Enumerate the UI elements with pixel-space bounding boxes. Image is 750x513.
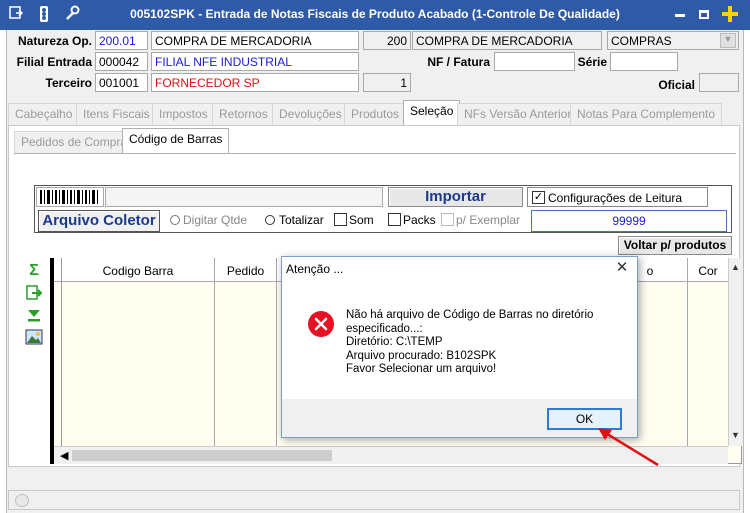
minimize-icon[interactable] — [670, 5, 690, 25]
digitar-qtde-label: Digitar Qtde — [183, 213, 248, 227]
importar-button[interactable]: Importar — [388, 187, 523, 207]
tab-itens-fiscais[interactable]: Itens Fiscais — [76, 103, 157, 125]
status-bar — [8, 490, 740, 510]
tab-cabecalho[interactable]: Cabeçalho — [8, 103, 80, 125]
serie-field[interactable] — [610, 52, 678, 71]
filial-label: Filial Entrada — [16, 55, 92, 69]
scroll-up-icon[interactable]: ▲ — [731, 262, 740, 272]
scroll-left-icon[interactable]: ◀ — [60, 449, 68, 462]
tab-selecao[interactable]: Seleção — [403, 100, 461, 125]
quantity-field[interactable]: 99999 — [531, 210, 727, 232]
packs-label: Packs — [403, 213, 436, 227]
tab-nfs-versao-anterior[interactable]: NFs Versão Anterior — [457, 103, 579, 125]
digitar-qtde-radio[interactable] — [170, 215, 180, 225]
oficial-field — [699, 73, 739, 92]
sum-icon[interactable]: Σ — [25, 262, 43, 280]
exemplar-checkbox[interactable] — [441, 213, 454, 226]
dialog-message-line2: especificado...: — [346, 322, 423, 335]
voltar-produtos-button[interactable]: Voltar p/ produtos — [618, 236, 732, 255]
dialog-message: Não há arquivo de Código de Barras no di… — [346, 309, 593, 377]
scroll-down-icon[interactable]: ▼ — [731, 430, 740, 440]
subtab-codigo-barras[interactable]: Código de Barras — [122, 128, 230, 153]
totalizar-label: Totalizar — [279, 213, 324, 227]
packs-checkbox[interactable] — [388, 213, 401, 226]
oficial-label: Oficial — [658, 78, 695, 92]
checkmark-icon: ✓ — [532, 191, 545, 204]
add-icon[interactable] — [720, 5, 740, 25]
col-partial[interactable]: o — [640, 264, 660, 278]
status-indicator-icon — [15, 494, 29, 507]
tipo-select-value: COMPRAS — [611, 34, 672, 48]
grid-col-line-2 — [276, 258, 277, 446]
annotation-arrow-icon — [598, 428, 659, 467]
dialog-message-line3: Diretório: C:\TEMP — [346, 336, 443, 348]
tab-impostos[interactable]: Impostos — [152, 103, 215, 125]
arquivo-coletor-button[interactable]: Arquivo Coletor — [38, 210, 160, 232]
col-codigo-barra[interactable]: Codigo Barra — [62, 264, 214, 278]
col-cor[interactable]: Cor — [688, 264, 728, 278]
filial-desc-field[interactable]: FILIAL NFE INDUSTRIAL — [151, 52, 359, 71]
terceiro-num-field: 1 — [363, 73, 411, 92]
natureza-label: Natureza Op. — [17, 34, 92, 48]
attention-dialog: Atenção ... ✕ Não há arquivo de Código d… — [281, 256, 638, 438]
export-icon[interactable] — [25, 284, 43, 302]
dialog-message-line1: Não há arquivo de Código de Barras no di… — [346, 309, 594, 321]
grid-left-border — [50, 258, 54, 464]
terceiro-label: Terceiro — [45, 76, 92, 90]
barcode-input[interactable] — [105, 187, 383, 207]
grid-indicator-col — [61, 258, 62, 446]
title-bar: 005102SPK - Entrada de Notas Fiscais de … — [0, 0, 750, 30]
filial-code-field[interactable]: 000042 — [95, 52, 148, 71]
window-title: 005102SPK - Entrada de Notas Fiscais de … — [130, 7, 620, 21]
nf-fatura-label: NF / Fatura — [427, 55, 490, 69]
image-icon[interactable] — [25, 328, 43, 346]
terceiro-desc-field[interactable]: FORNECEDOR SP — [151, 73, 359, 92]
natureza-desc2-field: COMPRA DE MERCADORIA — [412, 31, 602, 50]
col-pedido[interactable]: Pedido — [215, 264, 276, 278]
tab-produtos[interactable]: Produtos — [344, 103, 407, 125]
nf-fatura-field[interactable] — [494, 52, 575, 71]
config-leitura-checkbox[interactable]: ✓ Configurações de Leitura — [527, 187, 708, 207]
totalizar-radio[interactable] — [265, 215, 275, 225]
terceiro-code-field[interactable]: 001001 — [95, 73, 148, 92]
dialog-message-line5: Favor Selecionar um arquivo! — [346, 363, 497, 375]
config-leitura-label: Configurações de Leitura — [548, 191, 683, 205]
natureza-code2-field: 200 — [363, 31, 411, 50]
tab-notas-complemento[interactable]: Notas Para Complemento — [570, 103, 723, 125]
exemplar-label: p/ Exemplar — [456, 213, 521, 227]
natureza-desc-field[interactable]: COMPRA DE MERCADORIA — [151, 31, 359, 50]
chevron-down-icon[interactable]: ▼ — [720, 33, 736, 48]
tab-retornos[interactable]: Retornos — [212, 103, 275, 125]
subtab-pedidos-compra[interactable]: Pedidos de Compra — [14, 131, 135, 153]
vertical-scrollbar[interactable]: ▲ ▼ — [728, 258, 742, 446]
dialog-title: Atenção ... — [286, 262, 344, 276]
serie-label: Série — [577, 55, 607, 69]
som-label: Som — [349, 213, 374, 227]
maximize-icon[interactable] — [694, 5, 714, 25]
subtab-divider — [14, 153, 736, 154]
dialog-message-line4: Arquivo procurado: B102SPK — [346, 349, 497, 362]
close-icon[interactable]: ✕ — [614, 260, 630, 276]
grid-col-line-3 — [687, 258, 688, 446]
tab-devolucoes[interactable]: Devoluções — [272, 103, 349, 125]
error-icon — [307, 310, 335, 338]
grid-col-line-1 — [214, 258, 215, 446]
tipo-select[interactable]: COMPRAS ▼ — [607, 31, 739, 50]
natureza-code-field[interactable]: 200.01 — [95, 31, 148, 50]
scroll-thumb[interactable] — [72, 450, 332, 461]
barcode-icon[interactable] — [36, 187, 104, 207]
download-icon[interactable] — [25, 306, 43, 324]
som-checkbox[interactable] — [334, 213, 347, 226]
